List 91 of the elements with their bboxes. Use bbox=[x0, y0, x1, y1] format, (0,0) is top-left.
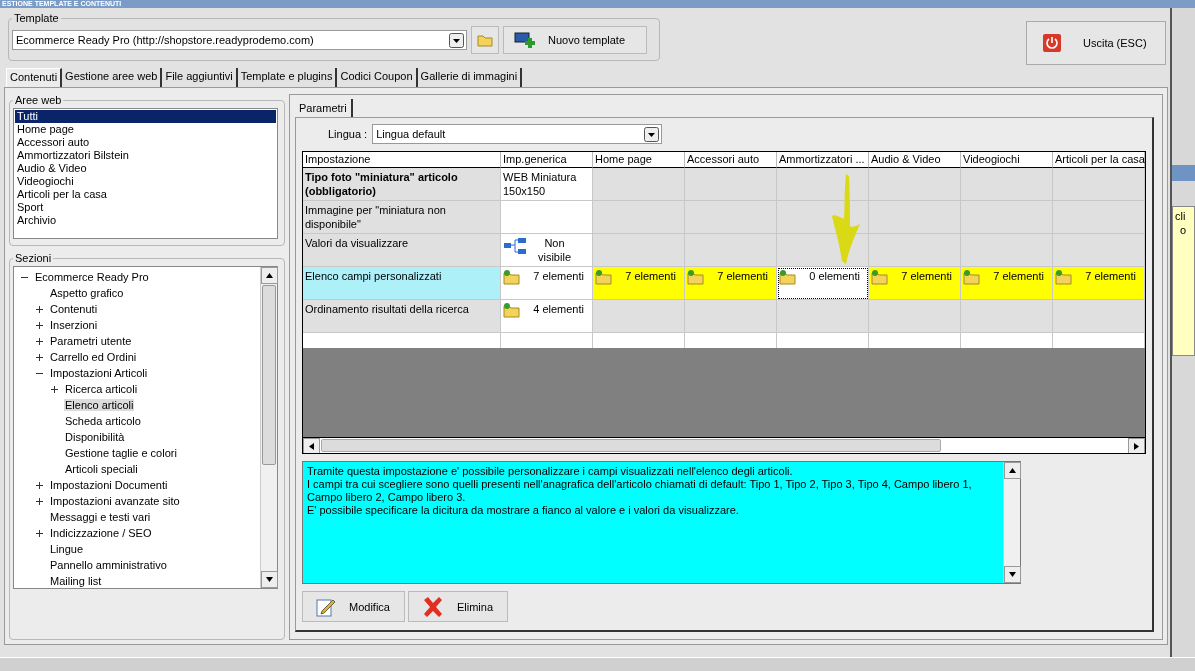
table-cell[interactable]: 7 elementi bbox=[501, 267, 593, 300]
tree-item[interactable]: Impostazioni avanzate sito bbox=[49, 495, 181, 507]
column-header[interactable]: Videogiochi bbox=[961, 152, 1053, 168]
monitor-plus-icon bbox=[514, 31, 536, 49]
column-header[interactable]: Ammortizzatori ... bbox=[777, 152, 869, 168]
tab[interactable]: Contenuti bbox=[6, 68, 63, 87]
folder-icon bbox=[503, 302, 520, 318]
expand-icon[interactable] bbox=[50, 384, 59, 394]
folder-icon bbox=[687, 269, 704, 285]
column-header[interactable]: Articoli per la casa bbox=[1053, 152, 1145, 168]
delete-button[interactable]: Elimina bbox=[407, 591, 509, 622]
list-item[interactable]: Tutti bbox=[15, 110, 276, 123]
list-item[interactable]: Audio & Video bbox=[15, 162, 276, 175]
tree-item[interactable]: Ricerca articoli bbox=[64, 383, 139, 395]
title-bar bbox=[1172, 165, 1195, 181]
list-item[interactable]: Accessori auto bbox=[15, 136, 276, 149]
folder-icon bbox=[779, 269, 796, 285]
expand-icon[interactable] bbox=[35, 320, 44, 330]
tree-item[interactable]: Aspetto grafico bbox=[49, 287, 125, 299]
folder-icon bbox=[477, 33, 493, 47]
hierarchy-icon bbox=[503, 236, 527, 256]
tree-item[interactable]: Disponibilità bbox=[64, 431, 126, 443]
table-cell[interactable]: 7 elementi bbox=[685, 267, 777, 300]
expand-icon[interactable] bbox=[35, 496, 44, 506]
tree-item[interactable]: Indicizzazione / SEO bbox=[49, 527, 153, 539]
tree-item[interactable]: Ecommerce Ready Pro bbox=[34, 271, 150, 283]
scroll-arrow-icon[interactable] bbox=[303, 438, 320, 453]
tree-item[interactable]: Pannello amministrativo bbox=[49, 559, 168, 571]
window-text: cli bbox=[1175, 209, 1187, 223]
column-header[interactable]: Home page bbox=[593, 152, 685, 168]
list-item[interactable]: Home page bbox=[15, 123, 276, 136]
list-item[interactable]: Articoli per la casa bbox=[15, 188, 276, 201]
tree-item[interactable]: Elenco articoli bbox=[64, 399, 135, 411]
tree-item[interactable]: Lingue bbox=[49, 543, 85, 555]
table-cell[interactable]: 7 elementi bbox=[593, 267, 685, 300]
new-template-button[interactable]: Nuovo template bbox=[503, 26, 647, 54]
tree-item[interactable]: Articoli speciali bbox=[64, 463, 139, 475]
list-item[interactable]: Ammortizzatori Bilstein bbox=[15, 149, 276, 162]
column-header[interactable]: Accessori auto bbox=[685, 152, 777, 168]
edit-button[interactable]: Modifica bbox=[302, 591, 405, 622]
tree-item[interactable]: Inserzioni bbox=[49, 319, 99, 331]
row-label[interactable]: Valori da visualizzare bbox=[303, 234, 501, 267]
column-header[interactable]: Imp.generica bbox=[501, 152, 593, 168]
folder-icon bbox=[963, 269, 980, 285]
row-label[interactable]: Ordinamento risultati della ricerca bbox=[303, 300, 501, 333]
list-item[interactable]: Archivio bbox=[15, 214, 276, 227]
description-text: Tramite questa impostazione e' possibile personalizzare i campi visualizzati nell'elenco degli articoli. I campi tra cui scegliere sono quelli presenti nell'anagrafica dell'articolo chiamati di default: Tipo 1, Tipo 2, Tipo 3, Tipo 4, Campo libero 1, Campo libero 2, Campo libero 3. E' possibile specificare la dicitura da mostrare a fianco al valore e i valori da visualizzare. bbox=[306, 464, 973, 518]
table-cell[interactable]: 7 elementi bbox=[1053, 267, 1145, 300]
table-cell: Non visibile bbox=[501, 234, 593, 267]
folder-icon bbox=[595, 269, 612, 285]
folder-icon bbox=[1055, 269, 1072, 285]
tree-item[interactable]: Parametri utente bbox=[49, 335, 133, 347]
tree-item[interactable]: Gestione taglie e colori bbox=[64, 447, 178, 459]
expand-icon[interactable] bbox=[35, 336, 44, 346]
scroll-arrow-icon[interactable] bbox=[1128, 438, 1145, 453]
expand-icon[interactable] bbox=[35, 480, 44, 490]
table-cell[interactable]: 4 elementi bbox=[501, 300, 593, 333]
row-label[interactable]: Elenco campi personalizzati bbox=[303, 267, 501, 300]
expand-icon[interactable] bbox=[35, 352, 44, 362]
row-label[interactable]: Immagine per "miniatura non disponibile" bbox=[303, 201, 501, 234]
window-text: o bbox=[1179, 223, 1188, 237]
table-cell[interactable]: 7 elementi bbox=[869, 267, 961, 300]
exit-button[interactable]: Uscita (ESC) bbox=[1026, 21, 1166, 65]
group-label: Aree web bbox=[14, 94, 63, 106]
scrollbar[interactable] bbox=[303, 437, 1145, 453]
list-item[interactable]: Sport bbox=[15, 201, 276, 214]
power-icon bbox=[1043, 34, 1061, 52]
table-cell: WEB Miniatura 150x150 bbox=[501, 168, 593, 201]
folder-icon bbox=[503, 269, 520, 285]
tree-item[interactable]: Messaggi e testi vari bbox=[49, 511, 152, 523]
column-header[interactable]: Impostazione bbox=[303, 152, 501, 168]
language-select[interactable]: Lingua default bbox=[372, 124, 663, 144]
group-label: Sezioni bbox=[14, 252, 53, 264]
tree-item[interactable]: Scheda articolo bbox=[64, 415, 142, 427]
tree-item[interactable]: Mailing list bbox=[49, 575, 103, 587]
expand-icon[interactable] bbox=[35, 304, 44, 314]
tree-item[interactable]: Impostazioni Documenti bbox=[49, 479, 169, 491]
folder-icon bbox=[871, 269, 888, 285]
tab[interactable]: Gestione aree web bbox=[62, 68, 163, 87]
tree-item[interactable]: Contenuti bbox=[49, 303, 99, 315]
table-cell[interactable]: 7 elementi bbox=[961, 267, 1053, 300]
tree-item[interactable]: Carrello ed Ordini bbox=[49, 351, 138, 363]
table-cell[interactable]: 0 elementi bbox=[777, 267, 869, 300]
field-label: Lingua : bbox=[328, 128, 368, 140]
row-label[interactable]: Tipo foto "miniatura" articolo (obbligatorio) bbox=[303, 168, 501, 201]
column-header[interactable]: Audio & Video bbox=[869, 152, 961, 168]
expand-icon[interactable] bbox=[35, 528, 44, 538]
tree-item[interactable]: Impostazioni Articoli bbox=[49, 367, 149, 379]
group-label: Template bbox=[13, 12, 60, 24]
template-select[interactable]: Ecommerce Ready Pro (http://shopstore.readyprodemo.com) bbox=[12, 30, 467, 50]
list-item[interactable]: Videogiochi bbox=[15, 175, 276, 188]
